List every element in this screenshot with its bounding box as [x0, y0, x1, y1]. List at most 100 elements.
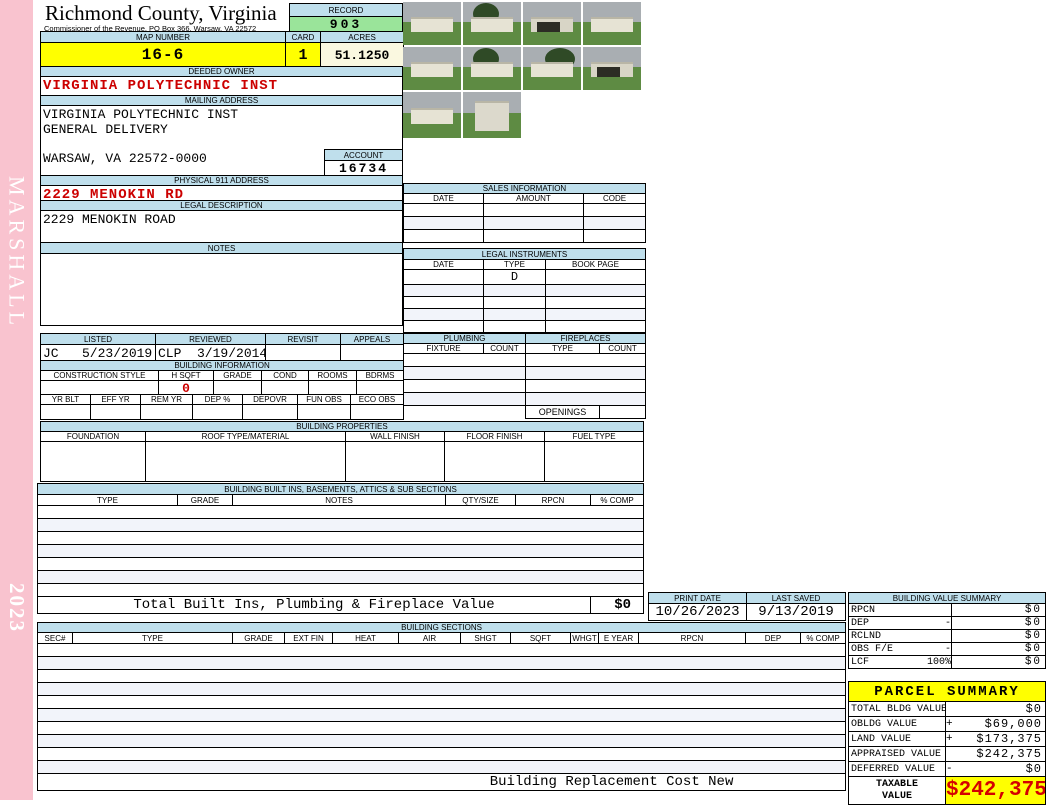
deeded-owner-value[interactable]: VIRGINIA POLYTECHNIC INST	[40, 76, 403, 96]
property-photo-7[interactable]	[523, 47, 581, 90]
col-fixture: FIXTURE	[403, 343, 484, 354]
roof-type-value[interactable]	[145, 441, 346, 482]
fuel-type-value[interactable]	[543, 441, 645, 482]
property-photo-3[interactable]	[523, 2, 581, 45]
foundation-value[interactable]	[40, 441, 146, 482]
sales-cell[interactable]	[583, 229, 646, 243]
record-box: RECORD 903	[289, 3, 403, 33]
mailing-address-cell[interactable]: VIRGINIA POLYTECHNIC INST GENERAL DELIVE…	[40, 105, 403, 176]
sales-cell[interactable]	[403, 229, 484, 243]
fireplace-cell[interactable]	[525, 353, 647, 367]
col-comp: % COMP	[799, 632, 847, 644]
taxable-value: $242,375	[945, 776, 1046, 805]
li-cell[interactable]	[403, 320, 484, 333]
property-photo-8[interactable]	[583, 47, 641, 90]
li-type-value[interactable]: D	[483, 269, 546, 285]
ps-value: $0	[963, 761, 1046, 777]
property-photo-1[interactable]	[403, 2, 461, 45]
ps-label: TOTAL BLDG VALUE	[848, 701, 946, 717]
plumbing-cell[interactable]	[402, 379, 527, 393]
yr-blt-value[interactable]	[40, 404, 91, 420]
eff-yr-value[interactable]	[90, 404, 141, 420]
fireplace-cell[interactable]	[525, 366, 647, 380]
table-row	[36, 583, 645, 597]
col-rooms: ROOMS	[308, 370, 357, 381]
spacer	[403, 405, 526, 419]
fun-obs-value[interactable]	[297, 404, 351, 420]
map-number-value[interactable]: 16-6	[40, 42, 286, 68]
fireplace-cell[interactable]	[525, 392, 647, 406]
li-cell[interactable]	[403, 308, 484, 321]
eco-obs-value[interactable]	[350, 404, 404, 420]
li-cell[interactable]	[483, 320, 546, 333]
acres-value[interactable]: 51.1250	[320, 42, 404, 68]
li-date-value[interactable]	[403, 269, 484, 285]
col-rpcn: RPCN	[638, 632, 746, 644]
col-whgt: WHGT	[570, 632, 599, 644]
account-box[interactable]: ACCOUNT 16734	[324, 149, 402, 176]
sales-cell[interactable]	[483, 203, 584, 217]
li-cell[interactable]	[483, 296, 546, 309]
sales-information-table: SALES INFORMATION DATE AMOUNT CODE	[403, 183, 646, 243]
building-properties-title: BUILDING PROPERTIES	[39, 421, 645, 432]
dep-pct-value[interactable]	[192, 404, 243, 420]
notes-value[interactable]	[40, 253, 403, 326]
account-label: ACCOUNT	[325, 150, 402, 161]
col-roof-type: ROOF TYPE/MATERIAL	[145, 431, 346, 442]
li-cell[interactable]	[544, 320, 647, 333]
revisit-label: REVISIT	[265, 333, 341, 345]
floor-finish-value[interactable]	[444, 441, 545, 482]
li-cell[interactable]	[403, 296, 484, 309]
property-photo-9[interactable]	[403, 92, 461, 138]
li-cell[interactable]	[544, 284, 647, 297]
property-photo-4[interactable]	[583, 2, 641, 45]
col-plumbing-count: COUNT	[482, 343, 527, 354]
col-sales-date: DATE	[403, 193, 484, 204]
li-cell[interactable]	[483, 284, 546, 297]
built-ins-title: BUILDING BUILT INS, BASEMENTS, ATTICS & …	[36, 483, 645, 495]
sales-cell[interactable]	[583, 203, 646, 217]
last-saved-label: LAST SAVED	[746, 592, 846, 604]
sales-cell[interactable]	[583, 216, 646, 230]
col-bi-grade: GRADE	[177, 494, 233, 506]
bvs-value: $0	[950, 629, 1047, 643]
property-photo-2[interactable]	[463, 2, 521, 45]
photo-grid	[403, 2, 647, 138]
building-information-table: BUILDING INFORMATION CONSTRUCTION STYLE …	[39, 360, 405, 397]
col-depovr: DEPOVR	[242, 394, 298, 405]
li-cell[interactable]	[483, 308, 546, 321]
plumbing-cell[interactable]	[402, 366, 527, 380]
parcel-summary-title: PARCEL SUMMARY	[848, 681, 1046, 702]
bvs-op: -	[926, 616, 952, 630]
bvs-label: RPCN	[848, 603, 927, 617]
sales-cell[interactable]	[483, 229, 584, 243]
li-cell[interactable]	[544, 308, 647, 321]
bvs-value: $0	[950, 655, 1047, 669]
openings-value[interactable]	[599, 405, 647, 419]
ps-label: LAND VALUE	[848, 731, 946, 747]
sales-cell[interactable]	[403, 216, 484, 230]
owner-block: DEEDED OWNER VIRGINIA POLYTECHNIC INST M…	[40, 66, 403, 205]
plumbing-cell[interactable]	[402, 353, 527, 367]
plumbing-cell[interactable]	[402, 392, 527, 406]
table-row	[36, 695, 847, 709]
property-photo-5[interactable]	[403, 47, 461, 90]
sales-cell[interactable]	[483, 216, 584, 230]
rem-yr-value[interactable]	[140, 404, 193, 420]
li-cell[interactable]	[544, 296, 647, 309]
li-cell[interactable]	[403, 284, 484, 297]
col-rem-yr: REM YR	[140, 394, 193, 405]
col-grade: GRADE	[213, 370, 262, 381]
sales-cell[interactable]	[403, 203, 484, 217]
li-bookpage-value[interactable]	[544, 269, 647, 285]
legal-description-value[interactable]: 2229 MENOKIN ROAD	[40, 210, 403, 243]
fireplace-cell[interactable]	[525, 379, 647, 393]
property-photo-6[interactable]	[463, 47, 521, 90]
property-photo-10[interactable]	[463, 92, 521, 138]
ps-op: +	[945, 731, 964, 747]
sales-title: SALES INFORMATION	[403, 183, 646, 194]
account-value: 16734	[338, 161, 388, 176]
wall-finish-value[interactable]	[345, 441, 445, 482]
card-value[interactable]: 1	[285, 42, 321, 68]
depovr-value[interactable]	[242, 404, 298, 420]
